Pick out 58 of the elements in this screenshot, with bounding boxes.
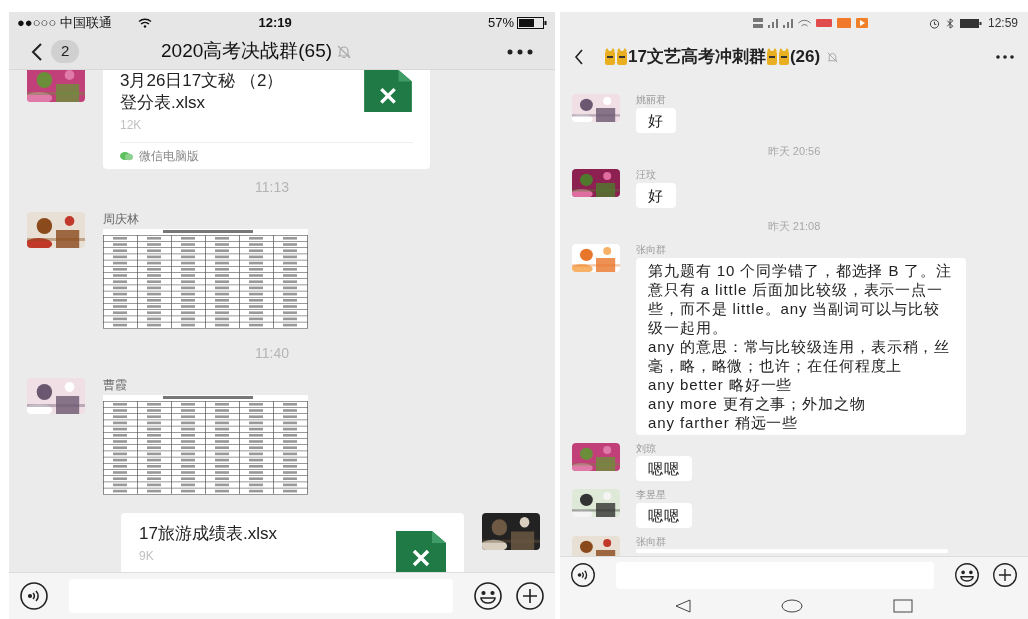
plus-icon[interactable]	[515, 581, 545, 611]
app-notification-icon	[836, 18, 851, 28]
battery-percent: 57%	[487, 14, 514, 33]
sender-name: 张向群	[636, 535, 667, 548]
file-name: 17旅游成绩表.xlsx	[139, 523, 277, 545]
carrier-label: ●●○○○ 中国联通	[17, 14, 112, 33]
member-count: (26)	[789, 46, 821, 69]
source-label: 微信电脑版	[139, 148, 199, 165]
signal-icon	[767, 18, 778, 28]
emoji-icon[interactable]	[473, 581, 503, 611]
excel-file-icon	[363, 70, 413, 112]
message-bubble: 嗯嗯	[636, 502, 692, 528]
file-size: 9K	[139, 548, 155, 565]
sender-name: 李昱星	[636, 489, 667, 502]
clock: 12:19	[258, 14, 292, 33]
bluetooth-icon	[945, 17, 954, 29]
chat-bubble-icon	[120, 151, 133, 161]
unread-badge: 2	[51, 40, 80, 63]
message-bubble: 第九题有 10 个同学错了，都选择 B 了。注意只有 a little 后面加比较级，表示一点一些，而不是 little。any 当副词可以与比较级一起用。 any 的意思：常与比较级连用，表示稍，丝毫，略，略微；也许；在任何程度上 any better 略好一些 any more 更有之事；外加之物 any farther 稍远一些	[636, 257, 966, 435]
sender-name: 张向群	[636, 244, 667, 257]
app-notification-icon	[815, 19, 832, 27]
sender-name: 周庆林	[103, 212, 140, 227]
more-icon[interactable]	[996, 55, 1014, 59]
back-nav-icon[interactable]	[675, 599, 691, 613]
file-message[interactable]: 3月26日17文秘 （2）登分表.xlsx 12K 微信电脑版	[103, 70, 430, 169]
clock: 12:59	[987, 15, 1018, 32]
tiger-emoji-icon	[604, 48, 628, 66]
play-app-icon	[855, 18, 868, 28]
timestamp: 昨天 20:56	[767, 143, 821, 159]
chat-title: 2020高考决战群(65)	[161, 39, 333, 64]
sender-name: 汪玟	[636, 169, 657, 182]
back-icon[interactable]	[574, 49, 584, 65]
voice-icon[interactable]	[19, 581, 49, 611]
wifi-icon	[138, 18, 153, 28]
sender-name: 刘琼	[636, 442, 657, 455]
sender-name: 曹霞	[103, 378, 128, 393]
tiger-emoji-icon	[765, 48, 790, 66]
wifi-icon	[797, 19, 811, 27]
message-bubble: 好	[636, 107, 676, 133]
battery-icon	[517, 17, 547, 29]
chat-title: 17文艺高考冲刺群	[628, 46, 766, 69]
timestamp: 昨天 21:08	[767, 218, 821, 234]
file-size: 12K	[120, 117, 143, 134]
file-message[interactable]: 17旅游成绩表.xlsx 9K	[121, 513, 464, 572]
plus-icon[interactable]	[992, 562, 1018, 588]
message-bubble: 好	[636, 182, 676, 208]
emoji-icon[interactable]	[954, 562, 980, 588]
sender-name: 姚丽君	[636, 94, 667, 107]
voice-icon[interactable]	[570, 562, 596, 588]
more-icon[interactable]	[507, 48, 533, 55]
message-bubble: 嗯嗯	[636, 456, 692, 481]
signal-icon	[782, 18, 793, 28]
alarm-icon	[928, 17, 940, 29]
back-icon[interactable]	[31, 41, 43, 62]
file-name: 3月26日17文秘 （2）登分表.xlsx	[120, 70, 285, 114]
home-nav-icon[interactable]	[781, 599, 803, 613]
battery-icon	[959, 18, 982, 28]
sim-icon	[752, 18, 763, 28]
